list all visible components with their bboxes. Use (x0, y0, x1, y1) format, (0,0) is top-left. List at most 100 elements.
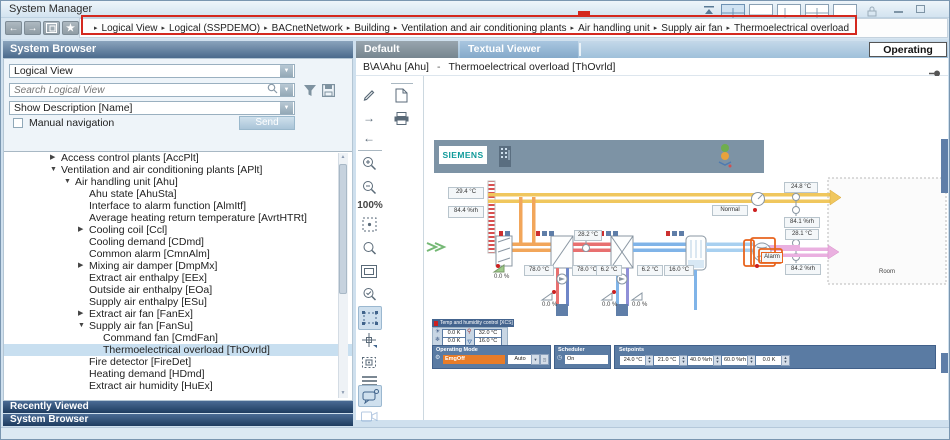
forward-button[interactable]: → (24, 21, 41, 35)
zoom-out-icon[interactable] (360, 178, 378, 196)
magnifier-icon[interactable] (360, 239, 378, 257)
graphics-canvas: SIEMENS 29.4 °C 84.4 %rh 0.0 % 28.2 °C 7… (424, 76, 948, 420)
layout-button-1[interactable] (721, 4, 745, 16)
zoom-selection-icon[interactable] (360, 285, 378, 303)
setpoint-field[interactable]: 40.0 %rh (687, 355, 715, 366)
search-input[interactable] (10, 84, 267, 97)
pan-region-icon[interactable] (358, 306, 382, 330)
crosshair-icon[interactable] (360, 331, 378, 349)
zoom-in-icon[interactable] (360, 154, 378, 172)
tree-scrollbar-thumb[interactable] (339, 164, 347, 294)
tree-item[interactable]: Extract air humidity [HuEx] (4, 380, 352, 392)
tree-expander-icon[interactable]: ▶ (50, 152, 61, 164)
breadcrumb-item[interactable]: BACnetNetwork (272, 23, 343, 34)
search-box: ▼ (9, 83, 295, 97)
tree-item[interactable]: Common alarm [CmnAlm] (4, 248, 352, 260)
tree-item-label: Extract air humidity [HuEx] (89, 380, 213, 392)
save-search-icon[interactable] (322, 84, 335, 102)
status-alarm-box: Alarm (761, 252, 783, 263)
tree-item[interactable]: ▼Air handling unit [Ahu] (4, 176, 352, 188)
tree-item[interactable]: Fire detector [FireDet] (4, 356, 352, 368)
tree-item[interactable]: Ahu state [AhuSta] (4, 188, 352, 200)
setpoint-field[interactable]: 60.0 %rh (721, 355, 749, 366)
scroll-down-icon[interactable]: ▼ (338, 389, 348, 398)
fit-view-icon[interactable] (360, 215, 378, 233)
tab-textual-viewer[interactable]: Textual Viewer (460, 41, 578, 58)
tree-item[interactable]: ▶Access control plants [AccPlt] (4, 152, 352, 164)
breadcrumb-item[interactable]: Building (354, 23, 390, 34)
display-mode-selector[interactable]: Show Description [Name] ▼ (9, 101, 295, 115)
breadcrumb-item[interactable]: Air handling unit (578, 23, 650, 34)
tree-expander-icon[interactable]: ▼ (64, 176, 75, 188)
tree-item[interactable]: ▼Supply air fan [FanSu] (4, 320, 352, 332)
search-options-chevron-icon[interactable]: ▼ (280, 84, 293, 96)
tree-item[interactable]: Heating demand [HDmd] (4, 368, 352, 380)
operating-button[interactable]: Operating (869, 42, 947, 57)
scheduler-value-field[interactable]: On (564, 354, 609, 365)
object-path: B\A\Ahu [Ahu] (363, 61, 429, 73)
tab-default[interactable]: Default (356, 41, 458, 58)
breadcrumb-item[interactable]: Thermoelectrical overload (734, 23, 849, 34)
chevron-down-icon[interactable]: ▼ (280, 102, 293, 114)
back-step-icon[interactable]: ← (360, 129, 378, 147)
setpoint-field[interactable]: 0.0 K (755, 355, 783, 366)
spinner-icon[interactable]: ▲▼ (781, 355, 790, 366)
comment-icon[interactable] (358, 385, 382, 407)
manual-navigation-checkbox[interactable] (13, 118, 23, 128)
back-button[interactable]: ← (5, 21, 22, 35)
tree-item[interactable]: ▼Ventilation and air conditioning plants… (4, 164, 352, 176)
tree-expander-icon[interactable]: ▼ (78, 320, 89, 332)
tree-item[interactable]: ▶Mixing air damper [DmpMx] (4, 260, 352, 272)
tree-item[interactable]: Cooling demand [CDmd] (4, 236, 352, 248)
tree-item[interactable]: Average heating return temperature [Avrt… (4, 212, 352, 224)
tree-expander-icon[interactable]: ▶ (78, 260, 89, 272)
operating-mode-value-field[interactable]: EmgOff (442, 354, 506, 365)
breadcrumb-item[interactable]: Logical (SSPDEMO) (169, 23, 260, 34)
favorites-star-icon[interactable]: ★ (62, 21, 79, 35)
tree-item[interactable]: ▶Cooling coil [Ccl] (4, 224, 352, 236)
tree-item[interactable]: Command fan [CmdFan] (4, 332, 352, 344)
tree-expander-icon[interactable]: ▶ (78, 224, 89, 236)
breadcrumb-item[interactable]: Ventilation and air conditioning plants (401, 23, 566, 34)
scroll-up-icon[interactable]: ▲ (338, 153, 348, 162)
minimize-button[interactable] (894, 11, 903, 13)
layout-button-2[interactable] (749, 4, 773, 16)
setpoint-field[interactable]: 24.0 °C (619, 355, 647, 366)
layout-button-4[interactable] (805, 4, 829, 16)
filter-icon[interactable] (303, 84, 317, 102)
tree-item[interactable]: ▶Extract air fan [FanEx] (4, 308, 352, 320)
layout-button-5[interactable] (833, 4, 857, 16)
operating-mode-dropdown[interactable]: Auto (507, 354, 533, 365)
chevron-down-icon[interactable]: ▼ (280, 65, 293, 77)
setpoint-field[interactable]: 21.0 °C (653, 355, 681, 366)
layout-button-3[interactable] (777, 4, 801, 16)
forward-step-icon[interactable]: → (360, 109, 378, 127)
system-browser-bar[interactable]: System Browser (3, 414, 353, 426)
extract-temp-readout: 29.4 °C (448, 187, 484, 199)
tree-item[interactable]: Outside air enthalpy [EOa] (4, 284, 352, 296)
new-page-icon[interactable] (392, 86, 410, 104)
breadcrumb-separator: ▸ (161, 24, 165, 32)
fit-window-icon[interactable] (360, 262, 378, 280)
tree-item[interactable]: Thermoelectrical overload [ThOvrld] (4, 344, 352, 356)
tree-item[interactable]: Interface to alarm function [AlmItf] (4, 200, 352, 212)
edit-icon[interactable] (360, 85, 378, 103)
dropdown-chevron-icon[interactable]: ▼ (531, 354, 540, 365)
view-selector[interactable]: Logical View ▼ (9, 64, 295, 78)
mode-apply-button[interactable]: ◳ (540, 354, 549, 365)
search-icon[interactable] (267, 81, 278, 99)
maximize-button[interactable] (916, 5, 925, 13)
history-icon[interactable] (43, 21, 60, 35)
zoom-level[interactable]: 100% (353, 200, 387, 211)
breadcrumb-item[interactable]: Logical View (102, 23, 158, 34)
tree-expander-icon[interactable]: ▶ (78, 308, 89, 320)
tree-item[interactable]: Supply air enthalpy [ESu] (4, 296, 352, 308)
print-icon[interactable] (392, 109, 410, 127)
breadcrumb-item[interactable]: Supply air fan (661, 23, 722, 34)
tree-item[interactable]: Extract air enthalpy [EEx] (4, 272, 352, 284)
tree-expander-icon[interactable]: ▼ (50, 164, 61, 176)
recently-viewed-bar[interactable]: Recently Viewed (3, 401, 353, 413)
collapse-top-icon[interactable] (701, 4, 717, 16)
center-view-icon[interactable] (360, 353, 378, 371)
send-button[interactable]: Send (239, 116, 295, 130)
